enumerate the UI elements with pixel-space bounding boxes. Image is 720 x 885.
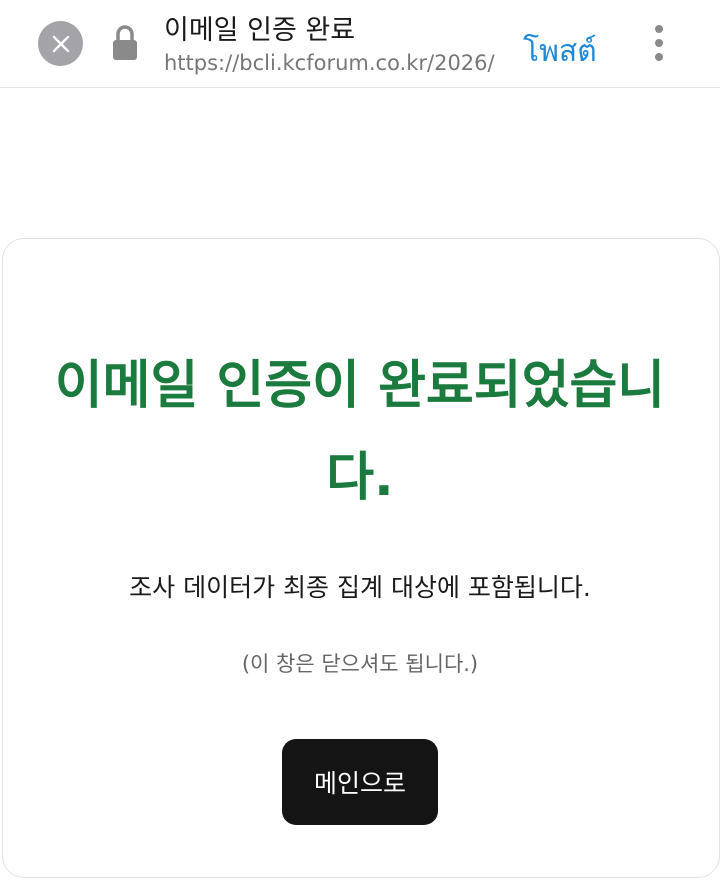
more-vertical-icon <box>655 25 663 33</box>
confirmation-subtext: 조사 데이터가 최종 집계 대상에 포함됩니다. <box>129 573 591 602</box>
page-title: 이메일 인증 완료 <box>164 15 356 46</box>
confirmation-heading: 이메일 인증이 완료되었습니다. <box>54 356 666 508</box>
translate-button[interactable]: โพสต์ <box>523 28 597 75</box>
close-icon <box>52 35 69 52</box>
browser-toolbar: 이메일 인증 완료 https://bcli.kcforum.co.kr/202… <box>0 0 720 88</box>
more-menu-button[interactable] <box>645 22 673 64</box>
more-dot <box>655 39 663 47</box>
close-button[interactable] <box>38 21 83 66</box>
url-text[interactable]: https://bcli.kcforum.co.kr/2026/ <box>164 51 504 75</box>
close-window-note: (이 창은 닫으셔도 됩니다.) <box>241 652 479 676</box>
go-main-button[interactable]: 메인으로 <box>282 739 438 825</box>
more-dot <box>655 53 663 61</box>
lock-icon <box>113 25 137 60</box>
